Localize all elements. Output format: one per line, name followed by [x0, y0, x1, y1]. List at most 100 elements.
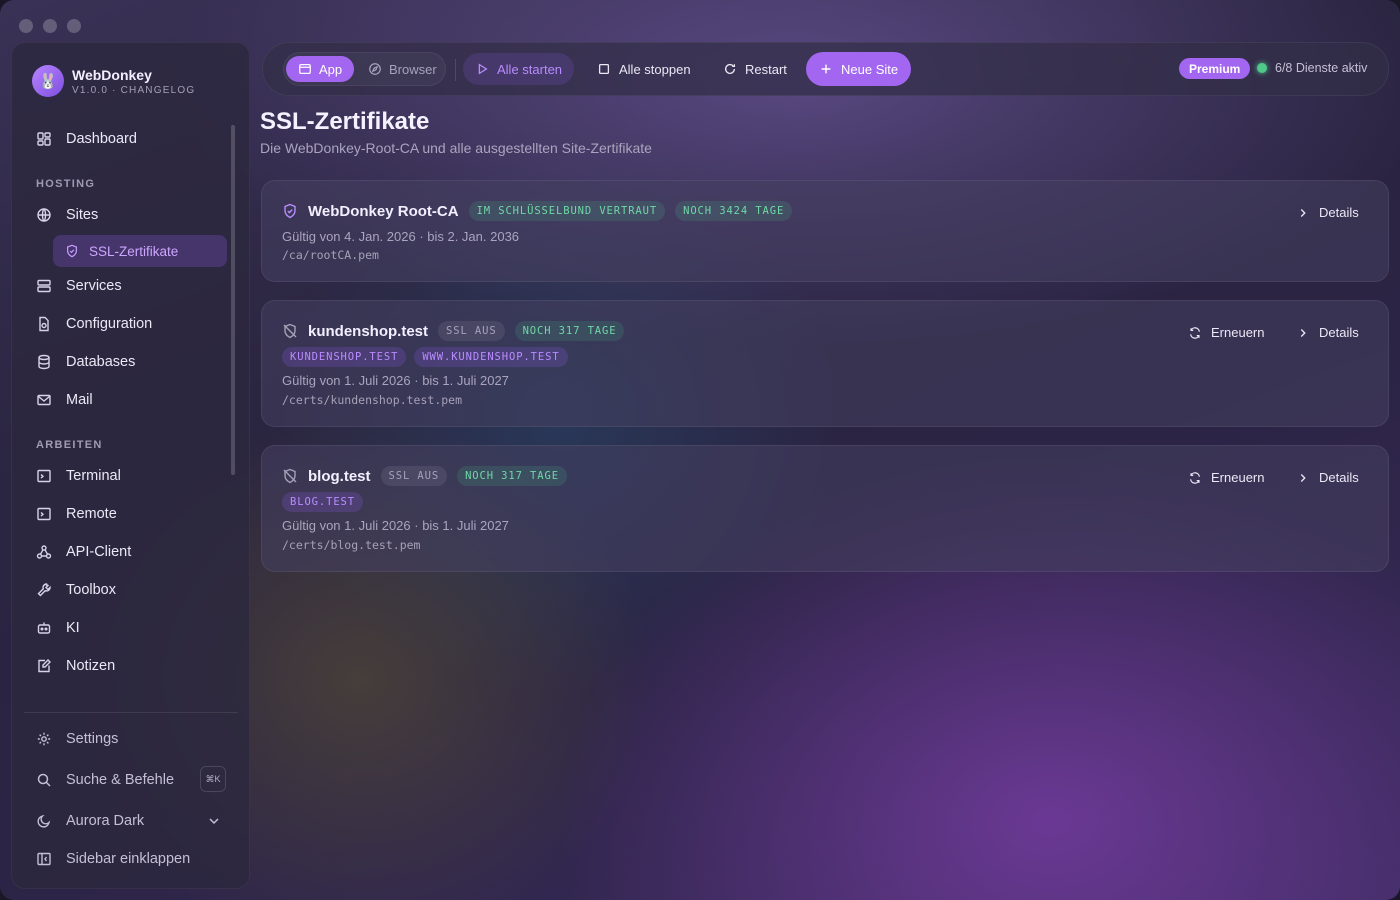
stop-all-button[interactable]: Alle stoppen	[585, 53, 703, 85]
details-button[interactable]: Details	[1296, 470, 1359, 485]
brand[interactable]: 🐰 WebDonkey V1.0.0 · CHANGELOG	[32, 65, 195, 97]
sidebar-item-toolbox[interactable]: Toolbox	[26, 573, 226, 607]
top-toolbar: App Browser Alle starten Alle stoppen Re…	[262, 42, 1389, 96]
chevron-right-icon	[1300, 208, 1306, 217]
cert-validity: Gültig von 1. Juli 2026 · bis 1. Juli 20…	[282, 373, 509, 388]
view-mode-browser-button[interactable]: Browser	[356, 56, 449, 82]
cert-card-header: blog.test SSL AUS NOCH 317 TAGE	[282, 466, 567, 486]
collapse-sidebar-button[interactable]: Sidebar einklappen	[26, 842, 226, 876]
sidebar-divider	[24, 712, 238, 713]
shield-off-icon	[283, 323, 297, 339]
sidebar-item-label: Databases	[66, 354, 136, 370]
renew-button[interactable]: Erneuern	[1188, 325, 1264, 340]
server-icon	[37, 279, 51, 293]
sidebar-item-label: Remote	[66, 506, 117, 522]
zoom-window-button[interactable]	[67, 19, 81, 33]
sidebar-item-label: API-Client	[66, 544, 132, 560]
details-label: Details	[1319, 325, 1359, 340]
globe-icon	[37, 208, 51, 222]
view-mode-app-button[interactable]: App	[286, 56, 355, 82]
app-version-changelog[interactable]: V1.0.0 · CHANGELOG	[72, 85, 195, 96]
sidebar-item-dashboard[interactable]: Dashboard	[26, 122, 226, 156]
view-mode-app-label: App	[319, 61, 343, 77]
shield-icon	[67, 244, 77, 258]
page-subtitle: Die WebDonkey-Root-CA und alle ausgestel…	[260, 140, 652, 156]
refresh-icon	[1190, 471, 1200, 484]
cert-domains: BLOG.TEST	[282, 492, 363, 512]
details-button[interactable]: Details	[1296, 205, 1359, 220]
terminal-icon	[37, 469, 51, 483]
sidebar-item-services[interactable]: Services	[26, 269, 226, 303]
domain-badge: BLOG.TEST	[282, 492, 363, 512]
gear-icon	[37, 732, 51, 746]
sidebar-item-search-commands[interactable]: Suche & Befehle ⌘K	[26, 763, 226, 797]
sidebar-item-settings[interactable]: Settings	[26, 722, 226, 756]
play-icon	[478, 63, 488, 75]
domain-badge: KUNDENSHOP.TEST	[282, 347, 407, 367]
sidebar-scrollbar[interactable]	[231, 125, 235, 475]
minimize-window-button[interactable]	[43, 19, 57, 33]
ssl-status-badge: SSL AUS	[380, 466, 448, 486]
database-icon	[38, 354, 50, 370]
sidebar-item-label: Suche & Befehle	[66, 772, 175, 788]
sidebar-item-label: Configuration	[66, 316, 153, 332]
sidebar-item-label: Mail	[66, 392, 93, 408]
sidebar-item-label: Dashboard	[66, 131, 137, 147]
config-file-icon	[39, 316, 49, 332]
toolbar-separator	[455, 59, 456, 81]
sidebar-item-mail[interactable]: Mail	[26, 383, 226, 417]
app-name: WebDonkey	[72, 66, 152, 83]
start-all-button[interactable]: Alle starten	[463, 53, 575, 85]
renew-label: Erneuern	[1211, 325, 1265, 340]
details-button[interactable]: Details	[1296, 325, 1359, 340]
moon-icon	[37, 814, 51, 828]
premium-badge[interactable]: Premium	[1179, 58, 1251, 79]
sidebar-item-ssl-certificates[interactable]: SSL-Zertifikate	[53, 235, 227, 267]
cert-path: /ca/rootCA.pem	[282, 248, 379, 262]
renew-button[interactable]: Erneuern	[1188, 470, 1264, 485]
services-status-text: 6/8 Dienste aktiv	[1275, 61, 1368, 75]
sidebar-item-label: KI	[66, 620, 80, 636]
sidebar-item-label: Toolbox	[66, 582, 116, 598]
sidebar-item-partial	[36, 697, 156, 705]
restart-button[interactable]: Restart	[711, 53, 799, 85]
sidebar-item-api-client[interactable]: API-Client	[26, 535, 226, 569]
sidebar-section-hosting: HOSTING	[36, 178, 96, 190]
details-label: Details	[1319, 470, 1359, 485]
sidebar-item-label: Terminal	[66, 468, 121, 484]
restart-label: Restart	[745, 61, 787, 77]
sidebar-item-remote[interactable]: Remote	[26, 497, 226, 531]
new-site-button[interactable]: Neue Site	[806, 52, 912, 86]
dashboard-icon	[37, 132, 51, 146]
sidebar-collapse-icon	[37, 852, 51, 866]
restart-icon	[724, 63, 736, 74]
sidebar-item-databases[interactable]: Databases	[26, 345, 226, 379]
cert-card-header: WebDonkey Root-CA IM SCHLÜSSELBUND VERTR…	[282, 201, 793, 221]
close-window-button[interactable]	[19, 19, 33, 33]
theme-selector[interactable]: Aurora Dark	[26, 804, 226, 838]
stop-icon	[598, 63, 610, 75]
sidebar-item-notizen[interactable]: Notizen	[26, 649, 226, 683]
new-site-label: Neue Site	[841, 61, 899, 77]
app-logo-icon: 🐰	[32, 65, 64, 97]
cert-card-kundenshop: kundenshop.test SSL AUS NOCH 317 TAGE KU…	[261, 300, 1389, 427]
sidebar-section-arbeiten: ARBEITEN	[36, 439, 103, 451]
remote-terminal-icon	[37, 507, 51, 521]
keyboard-shortcut-badge: ⌘K	[200, 766, 226, 792]
renew-label: Erneuern	[1211, 470, 1265, 485]
sidebar-item-label: Sites	[66, 207, 99, 223]
days-remaining-badge: NOCH 317 TAGE	[514, 321, 625, 341]
sidebar-item-ki[interactable]: KI	[26, 611, 226, 645]
view-mode-browser-label: Browser	[389, 61, 437, 77]
cert-name: blog.test	[308, 467, 371, 485]
sidebar-item-configuration[interactable]: Configuration	[26, 307, 226, 341]
window-controls	[19, 19, 81, 33]
cert-card-header: kundenshop.test SSL AUS NOCH 317 TAGE	[282, 321, 625, 341]
sidebar-item-terminal[interactable]: Terminal	[26, 459, 226, 493]
sidebar-item-label: Settings	[66, 731, 119, 747]
search-icon	[37, 773, 51, 787]
mail-icon	[37, 394, 51, 406]
sidebar-item-sites[interactable]: Sites	[26, 198, 226, 232]
cert-path: /certs/kundenshop.test.pem	[282, 393, 463, 407]
chevron-right-icon	[1300, 328, 1306, 337]
